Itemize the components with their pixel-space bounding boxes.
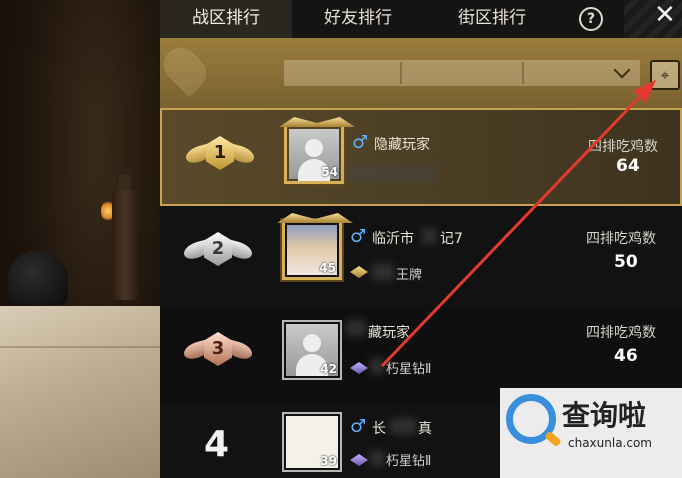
rank-1-badge-icon: 1 <box>186 136 254 182</box>
avatar[interactable]: 54 <box>279 117 355 184</box>
tab-friend-ranking[interactable]: 好友排行 <box>292 0 424 38</box>
player-tier: 朽星钻Ⅱ <box>386 454 432 469</box>
magnifier-logo-icon <box>506 394 556 444</box>
rank-number: 1 <box>206 136 234 170</box>
stat-value: 50 <box>614 252 638 272</box>
player-tier: 朽星钻Ⅱ <box>386 362 432 377</box>
player-name: 隐藏玩家 <box>374 137 430 153</box>
player-name-suffix: 记7 <box>440 231 463 247</box>
stat-value: 64 <box>616 156 640 176</box>
rank-number: 4 <box>204 424 230 465</box>
map-pin-decor-icon <box>156 40 214 98</box>
watermark-en: chaxunla.com <box>568 436 652 450</box>
player-tier: 王牌 <box>396 268 423 283</box>
dropdown-divider <box>522 62 524 84</box>
ranking-row[interactable]: 1 54 ♂ 隐藏玩家 四排吃鸡数 64 <box>160 108 682 206</box>
player-name: 临沂市 <box>372 231 414 247</box>
blurred-tier <box>348 166 438 182</box>
background-scene <box>0 0 160 478</box>
diamond-tier-icon <box>350 454 368 466</box>
rank-number: 3 <box>204 332 232 366</box>
ace-tier-icon <box>350 266 368 278</box>
stat-label: 四排吃鸡数 <box>586 325 656 341</box>
rank-3-badge-icon: 3 <box>184 332 252 378</box>
stone-block <box>0 306 160 478</box>
watermark: 查询啦 chaxunla.com <box>500 388 682 478</box>
stat-label: 四排吃鸡数 <box>586 231 656 247</box>
region-filter-bar: ⌖ <box>156 38 682 108</box>
tab-bar: 战区排行 好友排行 街区排行 ? ✕ <box>160 0 682 38</box>
rank-2-badge-icon: 2 <box>184 232 252 278</box>
avatar[interactable]: 42 <box>282 320 342 380</box>
crown-frame-icon <box>279 117 355 127</box>
close-icon[interactable]: ✕ <box>654 1 676 29</box>
player-level: 45 <box>319 261 336 275</box>
watermark-cn: 查询啦 <box>562 399 647 432</box>
player-name: 藏玩家 <box>368 325 410 341</box>
male-gender-icon: ♂ <box>350 226 367 247</box>
dropdown-divider <box>400 62 402 84</box>
player-level: 42 <box>320 362 337 376</box>
tab-region-ranking[interactable]: 战区排行 <box>160 0 292 38</box>
blurred-tier-part <box>370 358 384 374</box>
diamond-tier-icon <box>350 362 368 374</box>
tab-street-ranking[interactable]: 街区排行 <box>424 0 560 38</box>
player-level: 39 <box>320 454 337 468</box>
player-name-suffix: 真 <box>418 421 432 437</box>
male-gender-icon: ♂ <box>352 132 369 153</box>
ranking-row[interactable]: 2 45 ♂ 临沂市 记7 王牌 四排吃鸡数 50 <box>160 206 682 306</box>
crown-frame-icon <box>277 213 353 223</box>
blurred-name-part <box>346 320 366 336</box>
avatar[interactable]: 45 <box>277 213 353 280</box>
help-icon[interactable]: ? <box>579 7 603 31</box>
player-name: 长 <box>372 421 386 437</box>
location-pin-icon[interactable]: ⌖ <box>650 60 680 90</box>
blurred-name-part <box>422 228 436 244</box>
blurred-tier-part <box>370 450 384 466</box>
region-dropdowns[interactable] <box>284 60 640 86</box>
stat-value: 46 <box>614 346 638 366</box>
bottle-prop <box>112 190 138 300</box>
blurred-name-part <box>390 418 416 434</box>
helmet-prop <box>8 250 68 305</box>
player-level: 54 <box>321 165 338 179</box>
stat-label: 四排吃鸡数 <box>588 139 658 155</box>
avatar[interactable]: 39 <box>282 412 342 472</box>
rank-number: 2 <box>204 232 232 266</box>
blurred-tier-part <box>372 264 394 280</box>
male-gender-icon: ♂ <box>350 416 367 437</box>
